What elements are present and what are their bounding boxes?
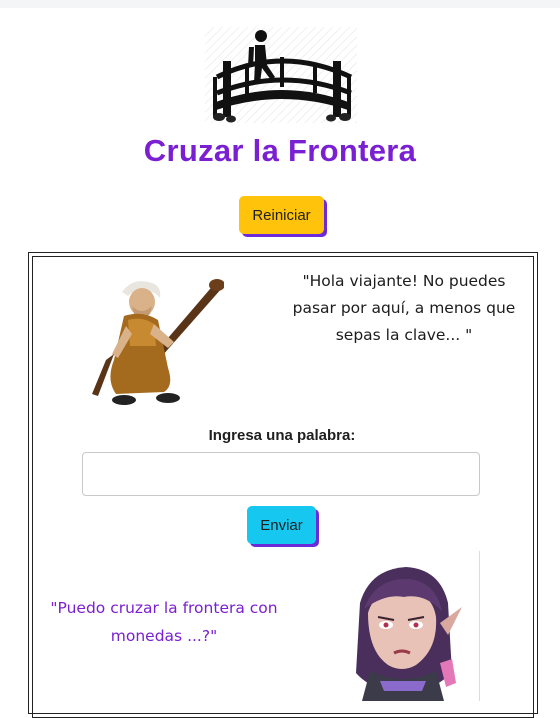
page-title: Cruzar la Frontera (143, 133, 417, 168)
player-speech: "Puedo cruzar la frontera con monedas ..… (50, 599, 278, 645)
bridge-walker-icon (205, 27, 357, 123)
elf-girl-icon (356, 567, 462, 701)
input-label: Ingresa una palabra: (208, 427, 356, 444)
villain-speech: "Hola viajante! No puedes pasar por aquí… (292, 272, 516, 344)
send-button[interactable]: Enviar (247, 506, 316, 544)
divider (479, 551, 480, 701)
old-woman-with-club-icon (92, 279, 224, 405)
word-input[interactable] (82, 452, 480, 496)
top-bar (0, 0, 560, 8)
reset-button[interactable]: Reiniciar (239, 196, 324, 234)
